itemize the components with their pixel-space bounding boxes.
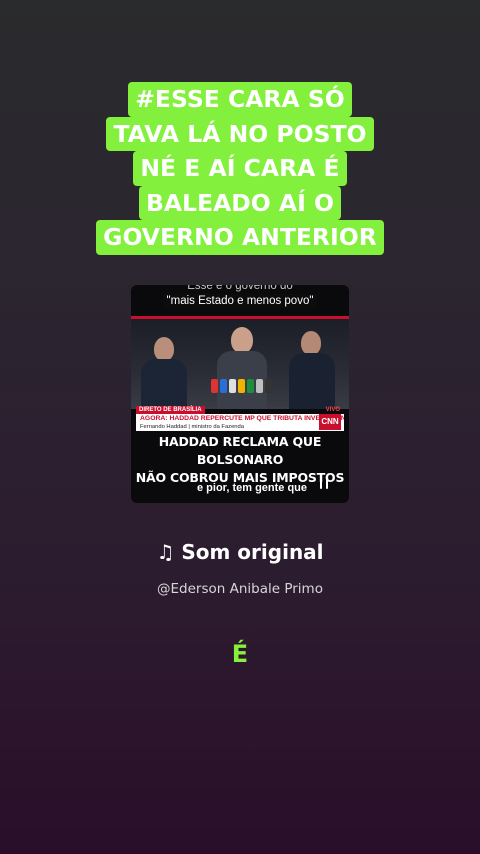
caption-line: #ESSE CARA SÓ — [128, 82, 352, 117]
caption-line: TAVA LÁ NO POSTO — [106, 116, 374, 151]
caption-line: BALEADO AÍ O — [138, 185, 342, 220]
big-title-line1: HADDAD RECLAMA QUE BOLSONARO — [158, 434, 322, 467]
video-thumbnail[interactable]: Esse é o governo do "mais Estado e menos… — [131, 285, 349, 503]
news-lower-third: DIRETO DE BRASÍLIA VIVO AGORA: HADDAD RE… — [136, 406, 344, 431]
video-bottom-subtitle: e pior, tem gente que — [197, 482, 308, 494]
video-big-title: HADDAD RECLAMA QUE BOLSONARO NÃO COBROU … — [131, 433, 349, 487]
top-red-bar — [131, 316, 349, 319]
caption-line: GOVERNO ANTERIOR — [96, 220, 384, 255]
live-location-tag: DIRETO DE BRASÍLIA — [136, 406, 205, 414]
top-subtitle-line1: Esse é o governo do — [187, 285, 293, 292]
sound-title[interactable]: ♫ Som original — [0, 540, 480, 564]
pause-icon[interactable] — [319, 475, 331, 489]
live-tag: VIVO — [325, 407, 340, 413]
microphones — [209, 369, 279, 393]
top-subtitle-line2: "mais Estado e menos povo" — [162, 294, 318, 309]
caption-line: NÉ E AÍ CARA É — [133, 151, 347, 186]
lyric-text: É — [231, 640, 249, 668]
video-top-subtitle: Esse é o governo do "mais Estado e menos… — [131, 285, 349, 309]
caption-overlay: #ESSE CARA SÓ TAVA LÁ NO POSTO NÉ E AÍ C… — [91, 82, 389, 255]
press-conference-scene — [131, 319, 349, 409]
speaker-name: Fernando Haddad | ministro da Fazenda — [136, 423, 344, 431]
channel-logo: CNN — [319, 414, 341, 430]
news-headline: AGORA: HADDAD REPERCUTE MP QUE TRIBUTA I… — [136, 414, 344, 423]
sound-author[interactable]: @Ederson Anibale Primo — [0, 581, 480, 597]
